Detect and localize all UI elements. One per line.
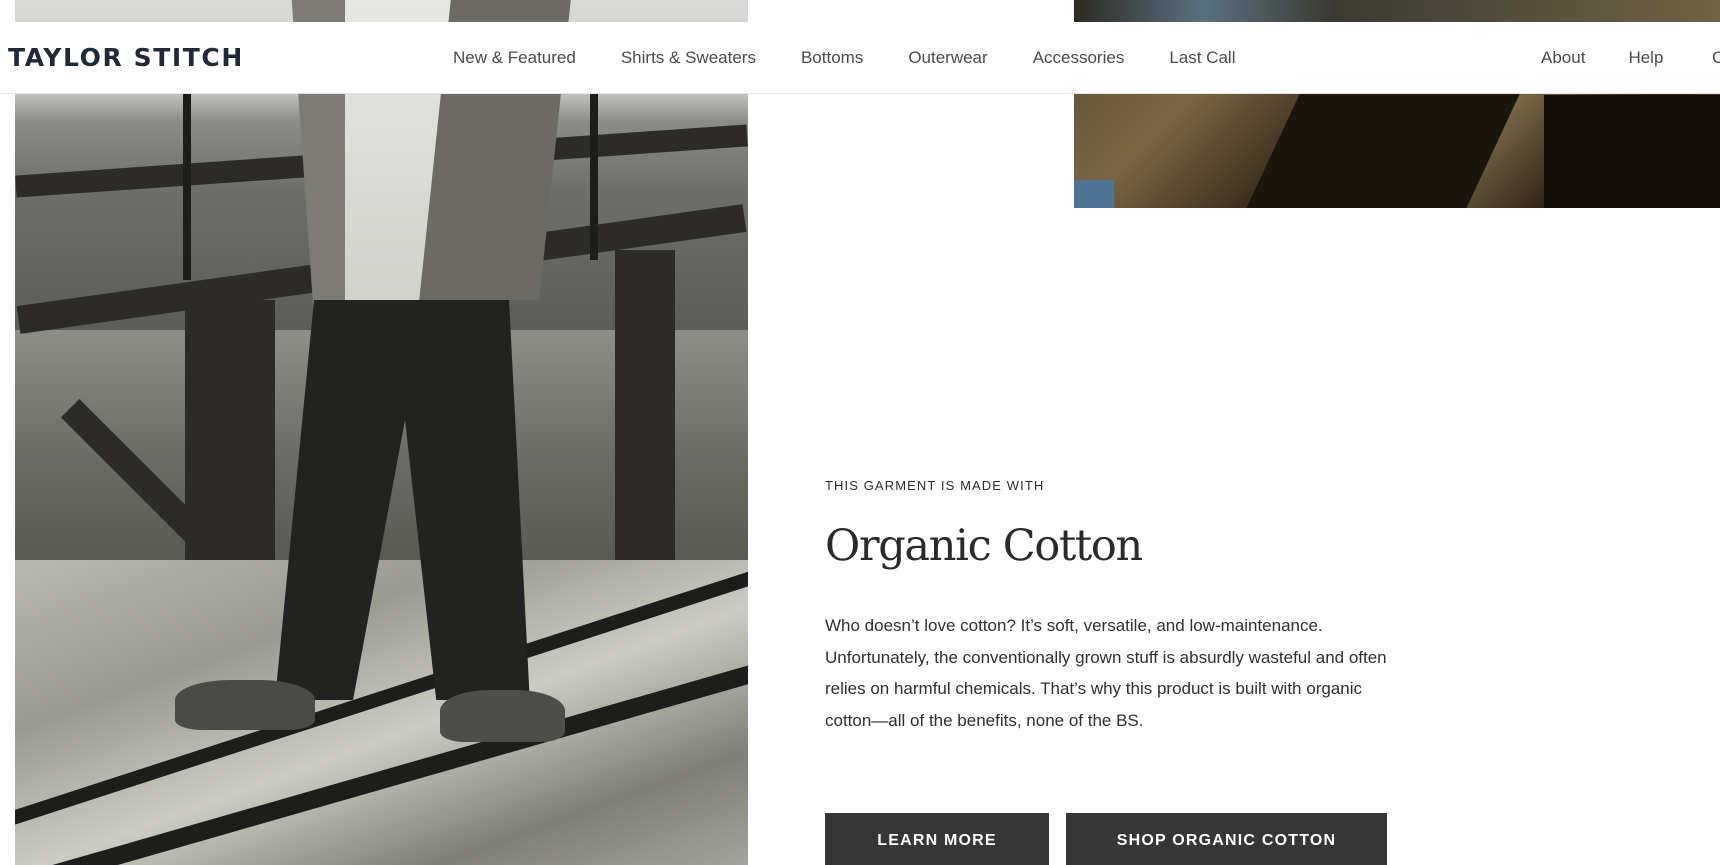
nav-item-last-call[interactable]: Last Call — [1169, 48, 1235, 68]
nav-item-shirts-sweaters[interactable]: Shirts & Sweaters — [621, 48, 756, 68]
secondary-nav: About Help — [1541, 22, 1706, 94]
material-feature: THIS GARMENT IS MADE WITH Organic Cotton… — [825, 478, 1415, 736]
photo-top-strip — [1074, 0, 1720, 22]
primary-nav: New & Featured Shirts & Sweaters Bottoms… — [453, 22, 1280, 94]
nav-item-accessories[interactable]: Accessories — [1033, 48, 1125, 68]
feature-body: Who doesn’t love cotton? It’s soft, vers… — [825, 616, 1387, 730]
site-header: TAYLOR STITCH New & Featured Shirts & Sw… — [0, 22, 1720, 94]
nav-item-outerwear[interactable]: Outerwear — [908, 48, 987, 68]
feature-heading: Organic Cotton — [825, 521, 1143, 571]
nav-item-cut-off[interactable]: C — [1712, 22, 1720, 94]
shop-organic-cotton-button[interactable]: SHOP ORGANIC COTTON — [1066, 813, 1387, 865]
brand-logo[interactable]: TAYLOR STITCH — [8, 43, 244, 73]
photo-shadow — [1544, 95, 1720, 208]
photo-shoe — [440, 690, 565, 742]
nav-item-about[interactable]: About — [1541, 48, 1585, 68]
photo-post — [183, 90, 191, 280]
nav-item-bottoms[interactable]: Bottoms — [801, 48, 863, 68]
feature-eyebrow: THIS GARMENT IS MADE WITH — [825, 478, 1045, 493]
photo-post — [590, 90, 598, 260]
learn-more-button[interactable]: LEARN MORE — [825, 813, 1049, 865]
photo-shadow — [1246, 90, 1522, 208]
nav-item-help[interactable]: Help — [1628, 48, 1663, 68]
nav-item-new-featured[interactable]: New & Featured — [453, 48, 576, 68]
photo-shoe — [175, 680, 315, 730]
feature-actions: LEARN MORE SHOP ORGANIC COTTON — [825, 813, 1387, 865]
model-photo-left — [15, 0, 748, 865]
photo-blue-edge — [1074, 180, 1114, 208]
nav-item-cut-off-label: C — [1712, 48, 1720, 67]
